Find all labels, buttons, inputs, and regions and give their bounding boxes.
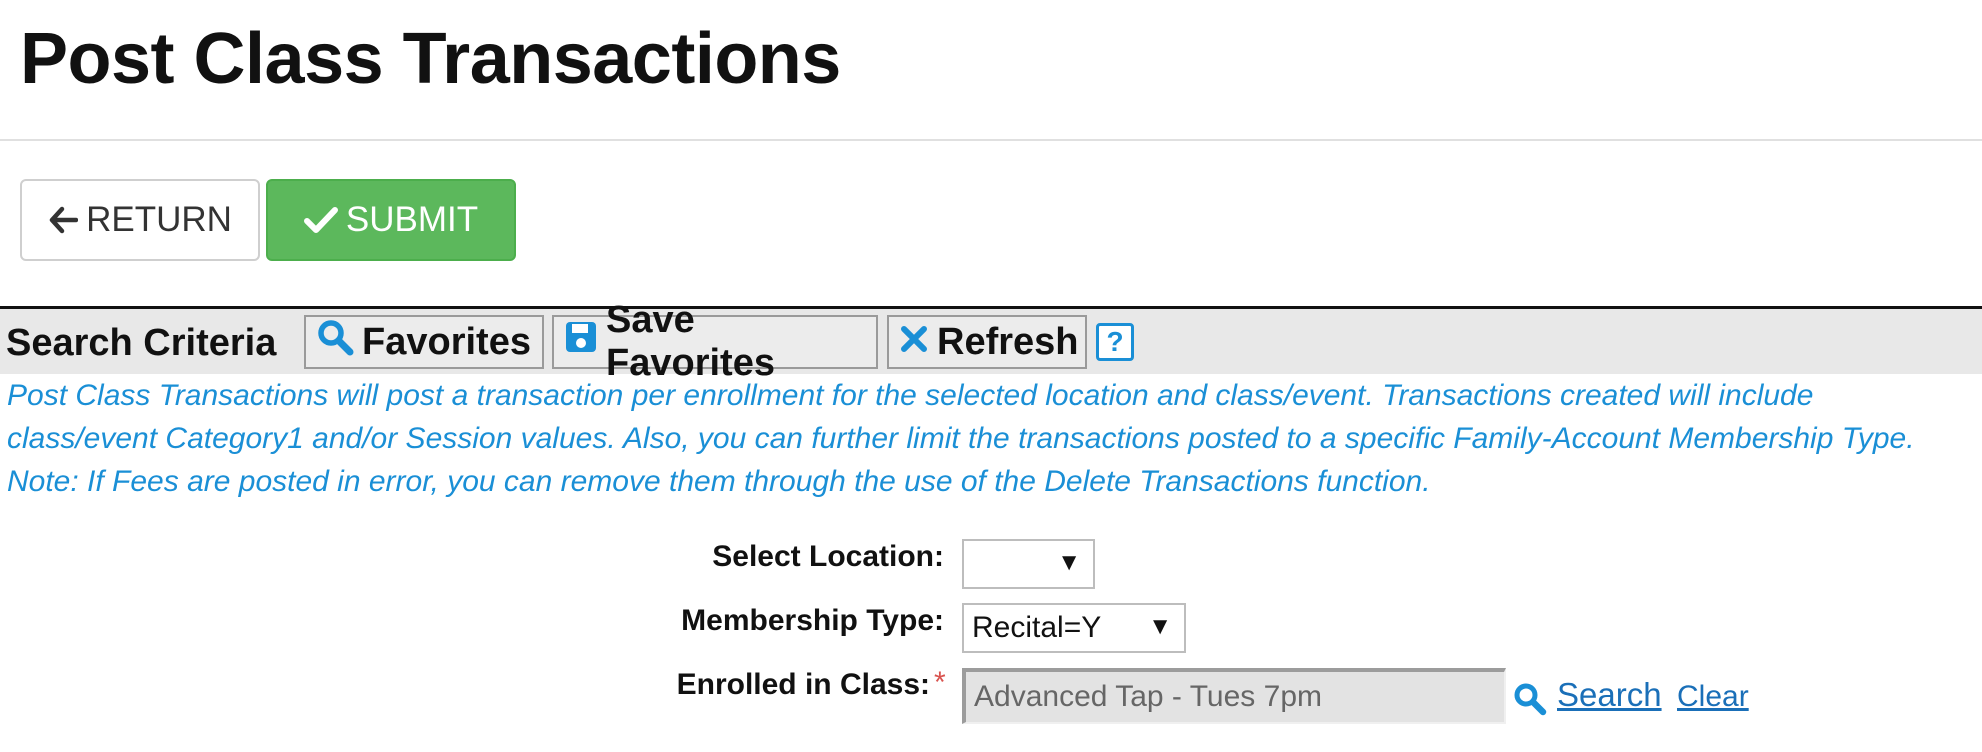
title-divider: [0, 139, 1982, 141]
favorites-button[interactable]: Favorites: [304, 315, 544, 369]
description-line: Post Class Transactions will post a tran…: [7, 379, 1814, 412]
save-favorites-button[interactable]: Save Favorites: [552, 299, 878, 384]
search-link[interactable]: Search: [1557, 676, 1662, 714]
membership-type-label: Membership Type:: [681, 604, 944, 637]
enrolled-class-field[interactable]: Advanced Tap - Tues 7pm: [962, 668, 1506, 724]
checkmark-icon: [303, 205, 338, 235]
favorites-button-label: Favorites: [362, 320, 531, 363]
description-line: class/event Category1 and/or Session val…: [7, 422, 1915, 455]
return-button[interactable]: RETURN: [20, 179, 260, 261]
description-line: Note: If Fees are posted in error, you c…: [7, 465, 1431, 498]
help-icon[interactable]: ?: [1096, 323, 1134, 361]
arrow-left-icon: [48, 205, 79, 235]
membership-type-value: Recital=Y: [972, 611, 1102, 644]
search-icon[interactable]: [1512, 681, 1548, 722]
membership-type-select[interactable]: Recital=Y ▼: [962, 603, 1186, 653]
description-text: Post Class Transactions will post a tran…: [7, 374, 1977, 503]
required-marker: *: [934, 666, 946, 699]
triangle-down-icon: ▼: [1057, 549, 1081, 576]
page-title: Post Class Transactions: [20, 19, 841, 99]
save-favorites-button-label: Save Favorites: [606, 299, 775, 384]
location-select[interactable]: ▼: [962, 539, 1095, 589]
submit-button-label: SUBMIT: [345, 200, 479, 239]
search-icon: [316, 318, 354, 366]
search-criteria-title: Search Criteria: [6, 322, 277, 364]
submit-button[interactable]: SUBMIT: [266, 179, 516, 261]
floppy-disk-icon: [564, 320, 598, 364]
location-label: Select Location:: [712, 540, 944, 573]
refresh-button-label: Refresh: [937, 320, 1079, 363]
search-criteria-bar: Search Criteria Favorites Save Favorites…: [0, 299, 1982, 384]
return-button-label: RETURN: [86, 200, 232, 239]
refresh-button[interactable]: Refresh: [887, 315, 1087, 369]
triangle-down-icon: ▼: [1148, 613, 1172, 640]
enrolled-in-class-label: Enrolled in Class:: [676, 668, 930, 701]
x-icon: [899, 321, 929, 364]
clear-link[interactable]: Clear: [1677, 680, 1749, 714]
